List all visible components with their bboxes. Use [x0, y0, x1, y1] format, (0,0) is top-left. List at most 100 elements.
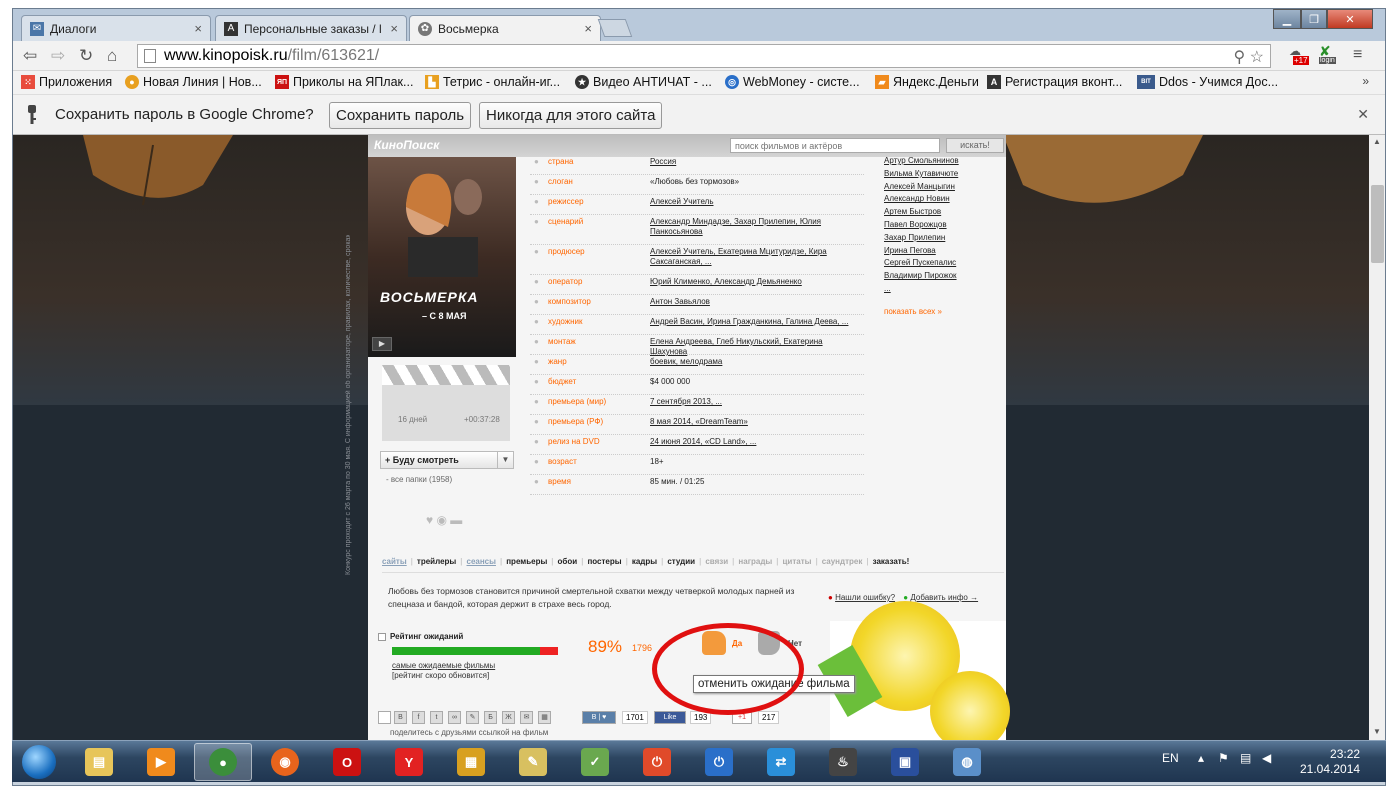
- bookmark-novaya-liniya[interactable]: ● Новая Линия | Нов...: [125, 75, 262, 89]
- taskbar-app-button[interactable]: ●: [194, 743, 252, 781]
- found-error-link[interactable]: Нашли ошибку?: [835, 593, 895, 602]
- folders-link[interactable]: - все папки (1958): [386, 475, 452, 484]
- twitter-share-icon[interactable]: t: [430, 711, 443, 724]
- new-tab-button[interactable]: [597, 19, 633, 37]
- close-tab-icon[interactable]: ×: [194, 21, 202, 36]
- comment-icon[interactable]: ▬: [450, 513, 462, 527]
- login-extension-icon[interactable]: ✘ login: [1319, 43, 1336, 64]
- kp-logo[interactable]: КиноПоиск: [374, 138, 439, 152]
- scroll-up-icon[interactable]: ▲: [1373, 137, 1381, 146]
- nav-tab[interactable]: сеансы: [467, 557, 496, 566]
- info-value[interactable]: Алексей Учитель: [650, 197, 860, 207]
- info-value[interactable]: 85 мин. / 01:25: [650, 477, 860, 487]
- blog-share-icon[interactable]: Б: [484, 711, 497, 724]
- nav-tab[interactable]: трейлеры: [417, 557, 456, 566]
- taskbar-app-button[interactable]: ✓: [566, 743, 624, 781]
- bookmark-apps[interactable]: ⁙ Приложения: [21, 75, 112, 89]
- bookmark-tetris[interactable]: ▙ Тетрис - онлайн-иг...: [425, 75, 560, 89]
- minimize-button[interactable]: ▁: [1273, 9, 1301, 29]
- address-bar[interactable]: www.kinopoisk.ru/film/613621/ ⚲ ☆: [137, 44, 1271, 68]
- expect-checkbox[interactable]: [378, 633, 386, 641]
- nav-tab[interactable]: обои: [558, 557, 578, 566]
- flag-icon[interactable]: ⚑: [1218, 751, 1229, 765]
- edit-share-icon[interactable]: ✎: [466, 711, 479, 724]
- nav-tab[interactable]: премьеры: [506, 557, 547, 566]
- info-value[interactable]: Андрей Васин, Ирина Гражданкина, Галина …: [650, 317, 860, 327]
- menu-icon[interactable]: ≡: [1353, 46, 1362, 64]
- taskbar-app-button[interactable]: ◍: [938, 743, 996, 781]
- nav-tab[interactable]: сайты: [382, 557, 407, 566]
- add-info-link[interactable]: Добавить инфо →: [910, 593, 978, 602]
- kp-search-button[interactable]: искать!: [946, 138, 1004, 153]
- nav-tab[interactable]: постеры: [587, 557, 621, 566]
- cast-member-link[interactable]: Владимир Пирожок: [884, 270, 959, 283]
- info-value[interactable]: Россия: [650, 157, 860, 167]
- close-window-button[interactable]: ✕: [1327, 9, 1373, 29]
- info-value[interactable]: 7 сентября 2013, ...: [650, 397, 860, 407]
- info-value[interactable]: Юрий Клименко, Александр Демьяненко: [650, 277, 860, 287]
- taskbar-app-button[interactable]: ▣: [876, 743, 934, 781]
- cast-member-link[interactable]: Павел Ворожцов: [884, 219, 959, 232]
- link-share-icon[interactable]: ∞: [448, 711, 461, 724]
- taskbar-app-button[interactable]: ⏻: [628, 743, 686, 781]
- taskbar-app-button[interactable]: ▦: [442, 743, 500, 781]
- back-button[interactable]: ⇦: [23, 46, 37, 66]
- network-icon[interactable]: ▤: [1240, 751, 1251, 765]
- cast-member-link[interactable]: Александр Новин: [884, 193, 959, 206]
- eye-icon[interactable]: ◉: [436, 513, 446, 527]
- bookmark-yaplakal[interactable]: ЯП Приколы на ЯПлак...: [275, 75, 413, 89]
- taskbar-app-button[interactable]: ◉: [256, 743, 314, 781]
- info-value[interactable]: 18+: [650, 457, 860, 467]
- vk-share-icon[interactable]: В: [394, 711, 407, 724]
- scroll-down-icon[interactable]: ▼: [1373, 727, 1381, 736]
- share-checkbox[interactable]: [378, 711, 391, 724]
- bookmark-ddos[interactable]: BIT Ddos - Учимся Дос...: [1137, 75, 1278, 89]
- system-clock[interactable]: 23:22 21.04.2014: [1300, 747, 1360, 777]
- taskbar-app-button[interactable]: ✎: [504, 743, 562, 781]
- info-value[interactable]: Алексей Учитель, Екатерина Мцитуридзе, К…: [650, 247, 860, 267]
- extension-icon[interactable]: ☁ +17: [1289, 44, 1309, 65]
- close-tab-icon[interactable]: ×: [390, 21, 398, 36]
- cast-member-link[interactable]: Алексей Манцыгин: [884, 181, 959, 194]
- nav-tab[interactable]: связи: [705, 557, 728, 566]
- taskbar-app-button[interactable]: ▶: [132, 743, 190, 781]
- info-value[interactable]: 8 мая 2014, «DreamTeam»: [650, 417, 860, 427]
- most-expected-link[interactable]: самые ожидаемые фильмы: [392, 661, 495, 670]
- home-button[interactable]: ⌂: [107, 46, 117, 66]
- taskbar-app-button[interactable]: ⏻: [690, 743, 748, 781]
- taskbar-app-button[interactable]: ⇄: [752, 743, 810, 781]
- info-value[interactable]: Антон Завьялов: [650, 297, 860, 307]
- chevron-down-icon[interactable]: ▼: [497, 452, 513, 468]
- bookmark-vk-registration[interactable]: A Регистрация вконт...: [987, 75, 1122, 89]
- tray-arrow-icon[interactable]: ▴: [1198, 751, 1204, 765]
- start-button[interactable]: [16, 741, 60, 783]
- taskbar-app-button[interactable]: ♨: [814, 743, 872, 781]
- vk-like-button[interactable]: В | ♥: [582, 711, 616, 724]
- close-tab-icon[interactable]: ×: [584, 21, 592, 36]
- film-poster[interactable]: ВОСЬМЕРКА – С 8 МАЯ ▶: [368, 157, 516, 357]
- maximize-button[interactable]: ❐: [1301, 9, 1327, 29]
- nav-tab[interactable]: саундтрек: [822, 557, 863, 566]
- fb-like-button[interactable]: Like: [654, 711, 686, 724]
- forward-button[interactable]: ⇨: [51, 46, 65, 66]
- taskbar-app-button[interactable]: Y: [380, 743, 438, 781]
- mail-share-icon[interactable]: ✉: [520, 711, 533, 724]
- cast-member-link[interactable]: Артур Смольянинов: [884, 155, 959, 168]
- page-scrollbar[interactable]: ▲ ▼: [1369, 135, 1385, 741]
- nav-tab[interactable]: студии: [667, 557, 695, 566]
- close-infobar-icon[interactable]: ✕: [1357, 106, 1369, 123]
- lemon-ad-banner[interactable]: [817, 601, 1010, 741]
- show-all-cast-link[interactable]: показать всех »: [884, 306, 959, 319]
- search-icon[interactable]: ⚲: [1233, 49, 1245, 66]
- lj-share-icon[interactable]: Ж: [502, 711, 515, 724]
- cast-member-link[interactable]: Вильма Кутавичюте: [884, 168, 959, 181]
- bookmark-webmoney[interactable]: ◎ WebMoney - систе...: [725, 75, 860, 89]
- nav-tab[interactable]: награды: [738, 557, 772, 566]
- info-value[interactable]: 24 июня 2014, «CD Land», ...: [650, 437, 860, 447]
- nav-tab[interactable]: кадры: [632, 557, 657, 566]
- bookmarks-overflow-icon[interactable]: »: [1362, 74, 1369, 88]
- cast-member-link[interactable]: Сергей Пускепалис: [884, 257, 959, 270]
- cast-member-link[interactable]: Захар Прилепин: [884, 232, 959, 245]
- will-watch-button[interactable]: + Буду смотреть ▼: [380, 451, 514, 469]
- info-value[interactable]: «Любовь без тормозов»: [650, 177, 860, 187]
